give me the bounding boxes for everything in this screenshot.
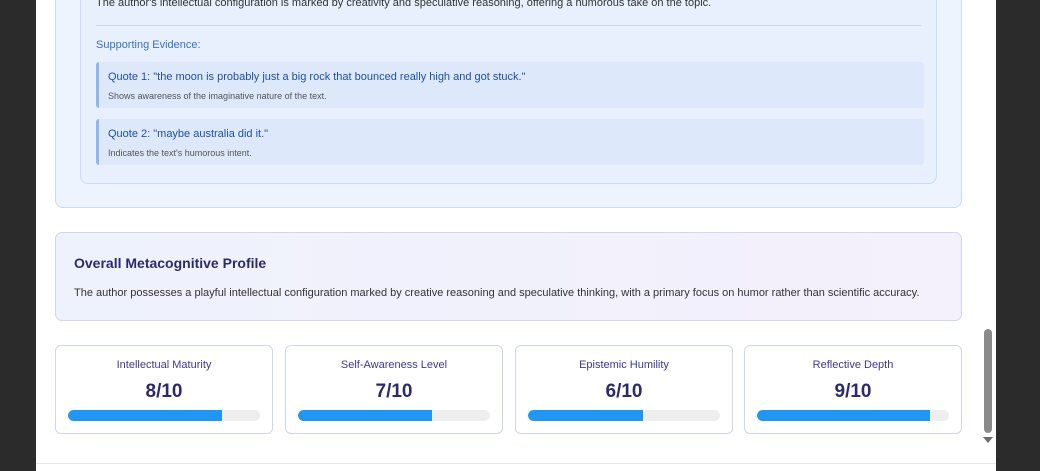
metric-label: Epistemic Humility: [579, 359, 669, 371]
metric-progress-fill: [298, 410, 433, 421]
metric-label: Self-Awareness Level: [340, 359, 448, 371]
profile-description: The author possesses a playful intellect…: [74, 287, 920, 299]
quote-text: Quote 2: "maybe australia did it.": [108, 128, 269, 140]
quote-text: Quote 1: "the moon is probably just a bi…: [108, 71, 526, 83]
vertical-scrollbar[interactable]: [980, 0, 995, 451]
scroll-down-arrow-icon[interactable]: [983, 437, 993, 443]
metric-label: Reflective Depth: [812, 359, 894, 371]
metric-value: 8/10: [145, 381, 183, 402]
metric-progress-fill: [528, 410, 644, 421]
report-page: The author's intellectual configuration …: [36, 0, 996, 471]
metric-progress-fill: [757, 410, 930, 421]
metric-progress-track: [757, 410, 949, 421]
evidence-quote: Quote 1: "the moon is probably just a bi…: [96, 62, 924, 108]
metric-progress-track: [68, 410, 260, 421]
metric-label: Intellectual Maturity: [116, 359, 212, 371]
metric-card-self-awareness: Self-Awareness Level 7/10: [285, 345, 503, 434]
metacognitive-profile-card: Overall Metacognitive Profile The author…: [55, 232, 962, 321]
metric-card-epistemic-humility: Epistemic Humility 6/10: [515, 345, 733, 434]
section-divider: [96, 25, 921, 26]
configuration-text: The author's intellectual configuration …: [96, 0, 712, 9]
metric-value: 9/10: [834, 381, 872, 402]
metric-progress-fill: [68, 410, 222, 421]
metric-card-reflective-depth: Reflective Depth 9/10: [744, 345, 962, 434]
profile-title: Overall Metacognitive Profile: [74, 255, 267, 271]
metric-progress-track: [528, 410, 720, 421]
metric-progress-track: [298, 410, 490, 421]
metric-value: 6/10: [605, 381, 643, 402]
page-bottom-divider: [36, 463, 996, 464]
evidence-quote: Quote 2: "maybe australia did it." Indic…: [96, 119, 924, 165]
quote-explanation: Shows awareness of the imaginative natur…: [108, 91, 327, 101]
scrollbar-thumb[interactable]: [984, 329, 992, 433]
quote-explanation: Indicates the text's humorous intent.: [108, 148, 252, 158]
metric-card-intellectual-maturity: Intellectual Maturity 8/10: [55, 345, 273, 434]
supporting-evidence-heading: Supporting Evidence:: [96, 39, 201, 51]
metric-value: 7/10: [375, 381, 413, 402]
